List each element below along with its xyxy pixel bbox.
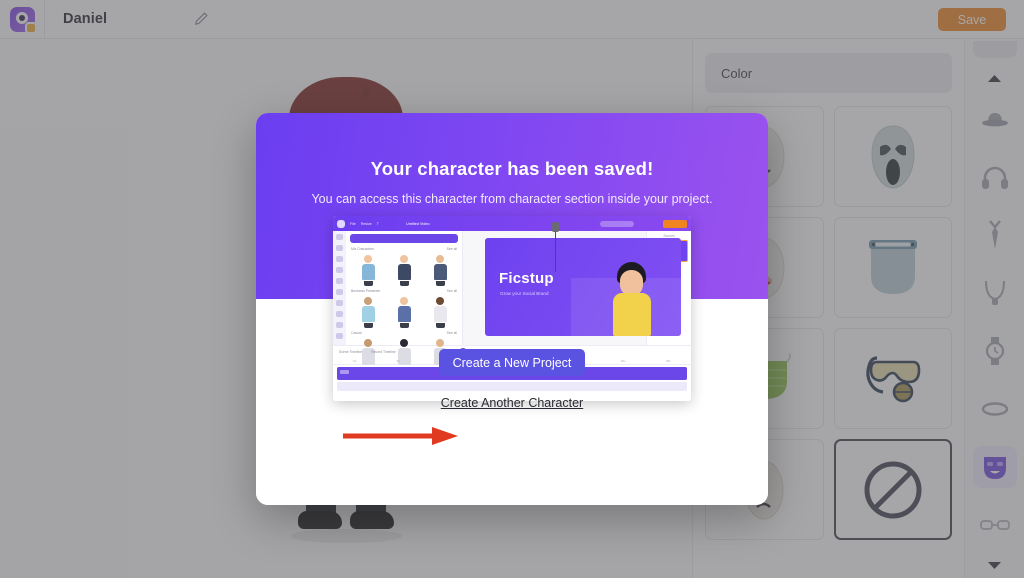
preview-create-character-button — [350, 234, 458, 243]
preview-avatar — [396, 255, 413, 286]
preview-slide-title: Ficstup — [499, 270, 554, 287]
preview-avatar-row-2 — [350, 295, 458, 328]
preview-avatar — [360, 339, 377, 370]
preview-avatar — [396, 339, 413, 370]
preview-section-casual-action: See all — [446, 331, 457, 335]
preview-tab-scene-timeline: Scene Timeline — [339, 350, 363, 354]
preview-section-mix-title: Mix Characters — [351, 247, 374, 251]
preview-document-tab: Untitled Video — [406, 221, 430, 226]
preview-section-mix: Mix Characters See all — [351, 247, 457, 251]
preview-section-casual: Casual See all — [351, 331, 457, 335]
annotation-arrow-icon — [343, 427, 458, 445]
preview-avatar — [360, 297, 377, 328]
preview-character-library: Mix Characters See all Business Presente… — [346, 231, 463, 365]
app-root: Daniel Save Color — [0, 0, 1024, 578]
preview-playhead — [551, 222, 559, 272]
preview-slide: Ficstup Grow your Social Brand — [485, 238, 681, 336]
preview-section-business-action: See all — [446, 289, 457, 293]
preview-tab-record-timeline: Record Timeline — [371, 350, 396, 354]
preview-section-business-title: Business Presenter — [351, 289, 381, 293]
preview-menu-text: T — [376, 221, 379, 226]
preview-avatar — [432, 255, 449, 286]
preview-menu-resize: Resize — [360, 221, 372, 226]
preview-body: Mix Characters See all Business Presente… — [333, 231, 691, 365]
preview-titlebar: File Resize T Untitled Video — [333, 216, 691, 231]
preview-avatar — [432, 297, 449, 328]
create-new-project-button[interactable]: Create a New Project — [439, 349, 585, 376]
create-another-character-link[interactable]: Create Another Character — [256, 396, 768, 410]
character-saved-modal: Your character has been saved! You can a… — [256, 113, 768, 505]
preview-app-logo — [337, 219, 345, 228]
preview-left-rail — [333, 231, 346, 345]
preview-section-business: Business Presenter See all — [351, 289, 457, 293]
preview-slide-character — [609, 262, 655, 336]
preview-timeline-track-secondary — [337, 382, 687, 391]
preview-publish-button — [663, 219, 687, 228]
preview-avatar — [396, 297, 413, 328]
preview-section-mix-action: See all — [446, 247, 457, 251]
preview-slide-subtitle: Grow your Social Brand — [500, 291, 549, 296]
modal-title: Your character has been saved! — [370, 158, 654, 179]
preview-zoom-control — [600, 220, 634, 227]
preview-avatar — [360, 255, 377, 286]
modal-subtitle: You can access this character from chara… — [311, 192, 713, 206]
preview-menu-file: File — [350, 221, 356, 226]
preview-section-casual-title: Casual — [351, 331, 362, 335]
preview-avatar-row-1 — [350, 253, 458, 286]
